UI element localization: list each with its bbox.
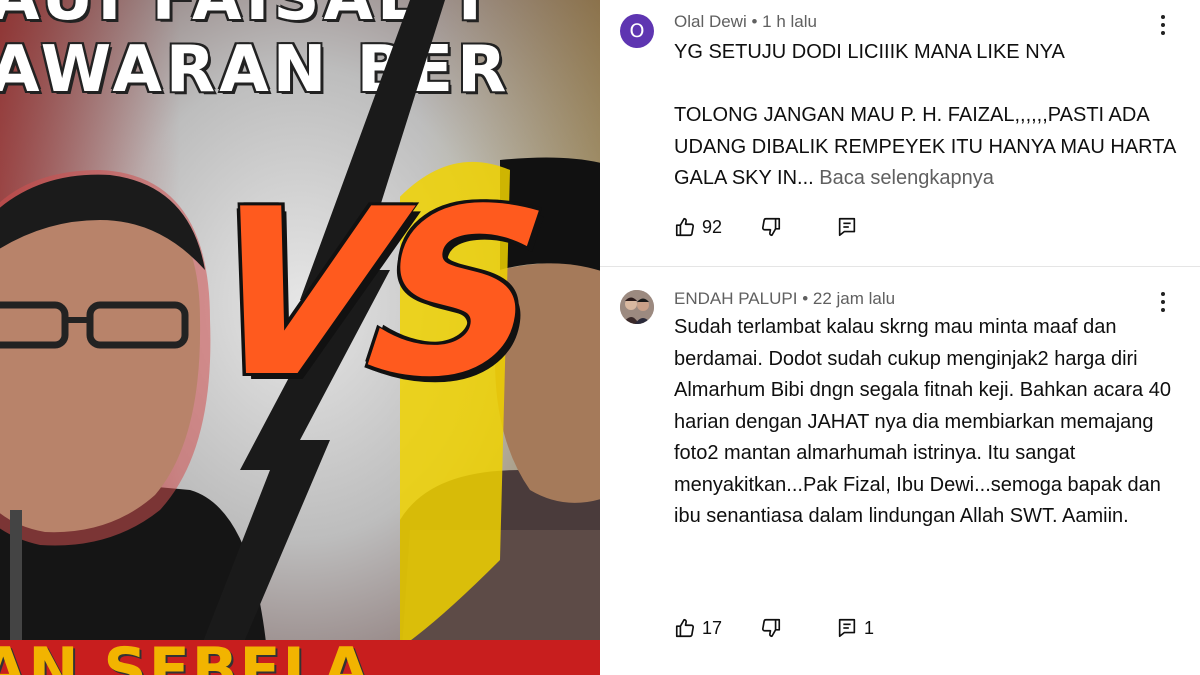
thumbs-down-icon: [761, 217, 781, 237]
header-separator: •: [751, 12, 763, 31]
video-thumbnail[interactable]: AUI FAISAL T AWARAN BER VS AN SEBELA: [0, 0, 600, 675]
reply-button[interactable]: 1: [836, 614, 874, 642]
thumbs-up-icon: [675, 217, 695, 237]
comment-body: Sudah terlambat kalau skrng mau minta ma…: [674, 316, 1177, 527]
reply-button[interactable]: [836, 213, 864, 241]
thumbs-down-icon: [761, 618, 781, 638]
comment-author[interactable]: ENDAH PALUPI: [674, 289, 797, 308]
like-count: 92: [702, 216, 723, 237]
comment-reply-icon: [838, 618, 856, 638]
thumbnail-bottom-text: AN SEBELA: [0, 635, 372, 675]
versus-text: VS: [191, 161, 545, 428]
comment-text: Sudah terlambat kalau skrng mau minta ma…: [674, 312, 1184, 533]
comment-author[interactable]: Olal Dewi: [674, 12, 747, 31]
comments-section: O Olal Dewi • 1 h lalu YG SETUJU DODI LI…: [600, 0, 1200, 675]
dislike-button[interactable]: [760, 614, 782, 642]
reply-count: 1: [864, 617, 875, 638]
read-more-link[interactable]: Baca selengkapnya: [819, 167, 994, 189]
comment-header: ENDAH PALUPI • 22 jam lalu: [674, 289, 895, 309]
like-count: 17: [702, 617, 723, 638]
comment-reply-icon: [838, 217, 856, 237]
thumbs-up-icon: [675, 618, 695, 638]
comment-text: YG SETUJU DODI LICIIIK MANA LIKE NYA TOL…: [674, 37, 1184, 195]
dislike-button[interactable]: [760, 213, 782, 241]
like-button[interactable]: 92: [674, 213, 722, 241]
comment-time[interactable]: 22 jam lalu: [813, 289, 895, 308]
comment-divider: [600, 266, 1200, 267]
avatar[interactable]: [620, 290, 654, 324]
comment-header: Olal Dewi • 1 h lalu: [674, 12, 817, 32]
header-separator: •: [802, 289, 813, 308]
comment-time[interactable]: 1 h lalu: [762, 12, 817, 31]
avatar-photo: [620, 290, 654, 324]
more-options-icon[interactable]: [1158, 15, 1168, 39]
avatar[interactable]: O: [620, 14, 654, 48]
like-button[interactable]: 17: [674, 614, 722, 642]
